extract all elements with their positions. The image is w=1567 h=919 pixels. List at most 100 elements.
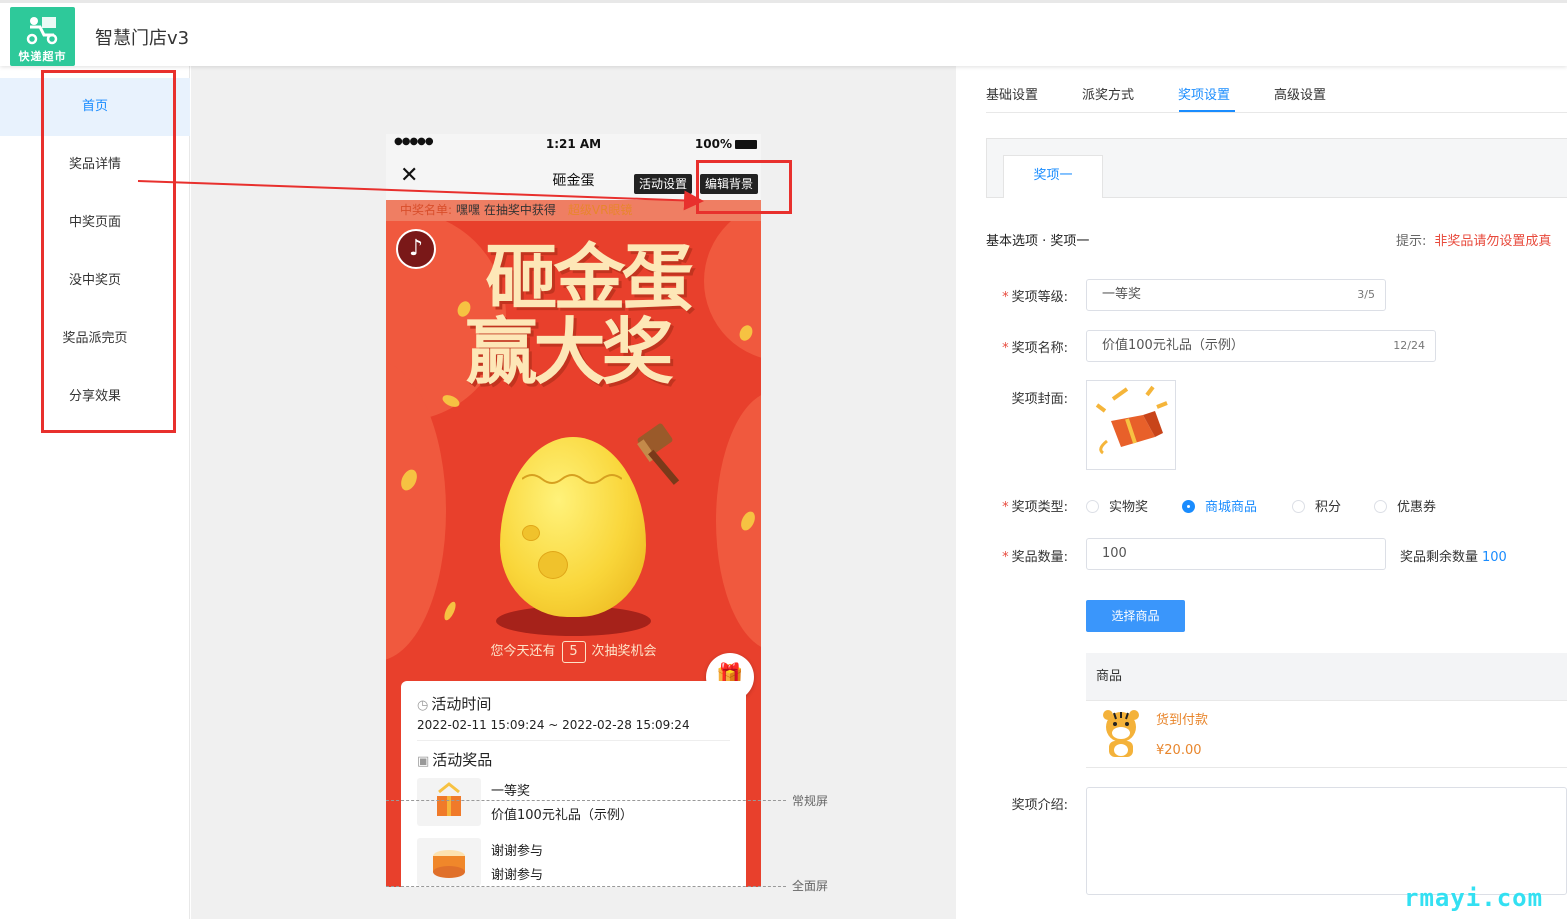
radio-points[interactable]: 积分: [1292, 496, 1341, 515]
sidebar-item-home[interactable]: 首页: [0, 78, 190, 136]
hint: 提示: 非奖品请勿设置成真: [1396, 230, 1551, 249]
battery-level: 100%: [695, 137, 757, 151]
prize-quantity-input[interactable]: 100: [1086, 538, 1386, 570]
chances-prefix: 您今天还有: [490, 644, 556, 659]
prize-name-value: 价值100元礼品（示例）: [1102, 338, 1244, 353]
section-title: 基本选项 · 奖项一: [986, 234, 1090, 249]
prize-type-label: * 奖项类型:: [978, 496, 1068, 515]
winner-prize: 超级VR眼镜: [567, 203, 633, 217]
drum-image-icon: [433, 850, 465, 878]
sidebar-item-sold-out-page[interactable]: 奖品派完页: [0, 310, 190, 368]
coin-icon: [442, 600, 458, 622]
prize-name-count: 12/24: [1393, 339, 1425, 352]
prize-intro-label: 奖项介绍:: [1011, 798, 1068, 813]
sidebar-item-share-effect[interactable]: 分享效果: [0, 368, 190, 426]
sidebar-item-prize-detail[interactable]: 奖品详情: [0, 136, 190, 194]
full-screen-label: 全面屏: [792, 879, 829, 893]
activity-prize-title: 活动奖品: [432, 751, 493, 769]
tab-advanced-settings[interactable]: 高级设置: [1274, 84, 1326, 103]
remaining-label: 奖品剩余数量: [1400, 550, 1479, 565]
logo-text: 快递超市: [18, 50, 67, 63]
radio-physical-prize[interactable]: 实物奖: [1086, 496, 1148, 515]
goods-name: 货到付款: [1156, 713, 1209, 728]
activity-time-range: 2022-02-11 15:09:24 ~ 2022-02-28 15:09:2…: [417, 718, 730, 741]
tab-prize-item-1[interactable]: 奖项一: [1003, 155, 1103, 198]
radio-circle-icon: [1086, 500, 1099, 513]
top-header: 快递超市 智慧门店v3: [0, 0, 1567, 66]
phone-status-bar: ●●●●● 1:21 AM 100%: [386, 134, 761, 156]
required-icon: *: [1002, 341, 1009, 356]
goods-table-header: 商品: [1086, 653, 1567, 701]
prize-level-label: * 奖项等级:: [978, 286, 1068, 305]
prize-type-label-text: 奖项类型:: [1011, 500, 1068, 515]
game-title-line1: 砸金蛋: [485, 236, 693, 320]
activity-time-title: 活动时间: [431, 695, 492, 713]
activity-settings-button[interactable]: 活动设置: [634, 174, 693, 194]
tab-award-method[interactable]: 派奖方式: [1082, 84, 1134, 103]
winners-label: 中奖名单:: [400, 203, 453, 217]
sidebar: 首页 奖品详情 中奖页面 没中奖页 奖品派完页 分享效果: [0, 66, 190, 919]
edit-background-button[interactable]: 编辑背景: [700, 174, 759, 194]
prize-thumbnail: [417, 778, 481, 826]
prize-thumbnail: [417, 838, 481, 886]
winners-ticker: 中奖名单: 嘿嘿 在抽奖中获得 超级VR眼镜: [386, 200, 761, 221]
radio-label: 商城商品: [1205, 500, 1258, 515]
chances-count: 5: [561, 641, 586, 663]
chances-suffix: 次抽奖机会: [591, 644, 657, 659]
prize-quantity-label: * 奖品数量:: [978, 546, 1068, 565]
prize-name-input[interactable]: 价值100元礼品（示例） 12/24: [1086, 330, 1436, 362]
game-title-line2: 赢大奖: [465, 310, 673, 394]
required-icon: *: [1002, 500, 1009, 515]
scooter-icon: [26, 17, 58, 45]
radio-label: 实物奖: [1109, 500, 1149, 515]
egg-crack-icon: [522, 474, 622, 484]
prize-name-label-text: 奖项名称:: [1011, 341, 1068, 356]
tab-basic-settings[interactable]: 基础设置: [986, 84, 1038, 103]
prize-cover-upload[interactable]: [1086, 380, 1176, 470]
gift-image-icon: [437, 782, 461, 816]
goods-price: ¥20.00: [1156, 743, 1202, 758]
game-background[interactable]: ♪ 砸金蛋 赢大奖 您今天还有 5 次抽奖机会 🎁 ◷ 活动时间 2022-02-11: [386, 221, 761, 887]
battery-icon: [735, 140, 757, 149]
radio-label: 优惠券: [1397, 500, 1437, 515]
brand-logo[interactable]: 快递超市: [10, 7, 75, 66]
activity-time-heading: ◷ 活动时间: [417, 693, 730, 714]
battery-text: 100%: [694, 137, 732, 151]
draw-chances: 您今天还有 5 次抽奖机会: [386, 640, 761, 663]
full-screen-guide: [386, 886, 786, 887]
sidebar-item-label: 奖品详情: [68, 157, 121, 172]
sidebar-item-label: 首页: [81, 99, 108, 114]
normal-screen-guide: [386, 800, 786, 801]
activity-info-card: ◷ 活动时间 2022-02-11 15:09:24 ~ 2022-02-28 1…: [401, 681, 746, 887]
remaining-quantity: 奖品剩余数量 100: [1400, 546, 1507, 565]
choose-product-button[interactable]: 选择商品: [1086, 600, 1185, 632]
tabs-divider: [986, 112, 1567, 113]
hint-label: 提示:: [1396, 234, 1427, 249]
radio-mall-product[interactable]: 商城商品: [1182, 496, 1257, 515]
radio-circle-icon: [1182, 500, 1195, 513]
winner-name: 嘿嘿 在抽奖中获得: [456, 203, 556, 217]
prize-name-label: * 奖项名称:: [978, 337, 1068, 356]
radio-coupon[interactable]: 优惠券: [1374, 496, 1436, 515]
prize-level-value: 一等奖: [1102, 287, 1142, 302]
goods-table-row[interactable]: 货到付款 ¥20.00: [1086, 701, 1567, 768]
gift-cover-icon: [1095, 385, 1168, 455]
prize-intro-textarea[interactable]: [1086, 787, 1567, 895]
prize-list-item: 谢谢参与 谢谢参与: [417, 836, 730, 887]
egg-spot: [522, 525, 540, 541]
activity-prize-heading: ▣ 活动奖品: [417, 749, 730, 770]
radio-circle-icon: [1374, 500, 1387, 513]
egg-spot: [538, 551, 568, 579]
prize-name: 价值100元礼品（示例）: [491, 808, 633, 823]
golden-egg[interactable]: [500, 437, 646, 617]
sidebar-item-label: 分享效果: [68, 389, 121, 404]
phone-preview: ●●●●● 1:21 AM 100% ✕ 砸金蛋 活动设置 编辑背景 中奖名单:…: [386, 134, 761, 887]
prize-item-tabs: 奖项一: [986, 138, 1567, 198]
hint-text: 非奖品请勿设置成真: [1434, 234, 1552, 249]
watermark: rmayi.com: [1404, 884, 1544, 912]
prize-level-label-text: 奖项等级:: [1011, 290, 1068, 305]
sidebar-item-win-page[interactable]: 中奖页面: [0, 194, 190, 252]
prize-level-input[interactable]: 一等奖 3/5: [1086, 279, 1386, 311]
tab-prize-settings[interactable]: 奖项设置: [1178, 84, 1230, 103]
sidebar-item-lose-page[interactable]: 没中奖页: [0, 252, 190, 310]
